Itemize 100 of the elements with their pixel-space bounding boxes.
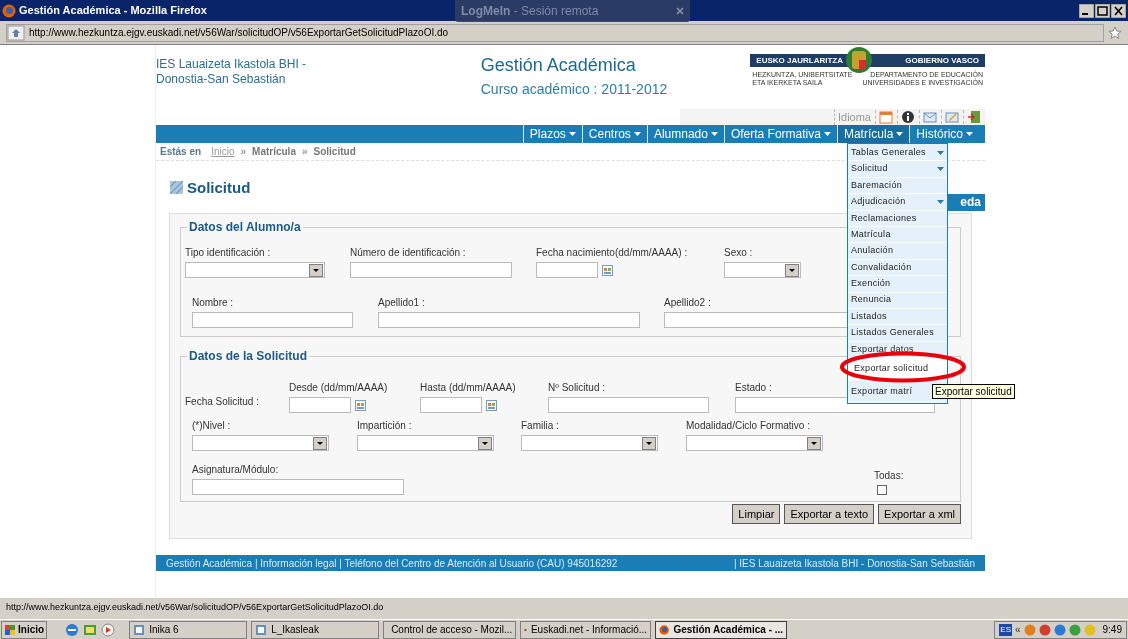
- media-player-icon[interactable]: [101, 622, 116, 637]
- tooltip: Exportar solicitud: [932, 384, 1015, 399]
- page-icon: [7, 24, 25, 41]
- breadcrumb-label: Estás en: [160, 145, 202, 159]
- field-label: Familia :: [521, 419, 559, 433]
- minimize-icon[interactable]: [1079, 3, 1094, 18]
- taskbar-button[interactable]: Gestión Académica - ...: [655, 620, 788, 639]
- info-icon[interactable]: [901, 110, 915, 124]
- logo-text: GOBIERNO VASCO: [905, 54, 979, 67]
- footer-links: Gestión Académica | Información legal | Teléfono del Centro de Atención al Usuario (CAU) 945016292: [166, 556, 618, 571]
- calendar-icon[interactable]: [879, 110, 893, 124]
- field-label: Desde (dd/mm/AAAA): [289, 381, 388, 395]
- school-name: IES Lauaizeta Ikastola BHI - Donostia-San Sebastián: [156, 56, 308, 88]
- dropdown-field[interactable]: [521, 435, 658, 451]
- menu-item[interactable]: Solicitud: [848, 161, 947, 178]
- app-title: Gestión Académica: [480, 54, 637, 76]
- course-year: Curso académico : 2011-2012: [480, 80, 669, 99]
- taskbar-button[interactable]: Euskadi.net - Informació...: [520, 620, 652, 639]
- text-field[interactable]: [548, 397, 709, 413]
- app-icon: [659, 623, 670, 636]
- menu-item[interactable]: Anulación: [848, 243, 947, 260]
- breadcrumb-item: Solicitud: [313, 145, 356, 159]
- date-field[interactable]: [420, 397, 482, 413]
- text-field[interactable]: [192, 312, 353, 328]
- maximize-icon[interactable]: [1095, 3, 1110, 18]
- nav-menu-item[interactable]: Oferta Formativa: [723, 125, 837, 143]
- heading-icon: [170, 180, 183, 194]
- tray-icon[interactable]: [1068, 623, 1081, 636]
- calendar-icon[interactable]: [355, 399, 366, 411]
- browser-logo-icon: [2, 3, 16, 18]
- field-label: Modalidad/Ciclo Formativo :: [686, 419, 810, 433]
- edit-icon[interactable]: [945, 110, 959, 124]
- taskbar-button[interactable]: Inika 6: [129, 620, 248, 639]
- caret-icon: [633, 132, 641, 136]
- menu-item[interactable]: Tablas Generales: [848, 145, 947, 162]
- expand-arrows[interactable]: «: [1014, 622, 1021, 637]
- caret-icon: [823, 132, 831, 136]
- field-label: Todas:: [874, 469, 904, 483]
- field-label: Sexo :: [724, 246, 753, 260]
- taskbar-button[interactable]: L_Ikasleak: [251, 620, 380, 639]
- status-text: http://www.hezkuntza.ejgv.euskadi.net/v56War/solicitudOP/v56ExportarGetSolicitudPlazoOI.do: [6, 600, 384, 614]
- exit-door-icon[interactable]: [967, 110, 981, 124]
- field-label: Fecha Solicitud :: [185, 395, 259, 409]
- field-label: Nº Solicitud :: [548, 381, 605, 395]
- field-label: Hasta (dd/mm/AAAA): [420, 381, 516, 395]
- address-field[interactable]: http://www.hezkuntza.ejgv.euskadi.net/v56War/solicitudOP/v56ExportarGetSolicitudPlazoOI.do: [6, 23, 1104, 42]
- tray-icon[interactable]: [1023, 623, 1036, 636]
- breadcrumb-separator: »: [301, 145, 308, 159]
- field-label: Apellido2 :: [664, 296, 711, 310]
- text-field[interactable]: [192, 479, 404, 495]
- footer-text: | IES Lauaizeta Ikastola BHI - Donostia-San Sebastián: [733, 556, 975, 571]
- text-field[interactable]: [350, 262, 512, 278]
- menu-item[interactable]: Exención: [848, 276, 947, 293]
- button[interactable]: Limpiar: [732, 504, 781, 524]
- close-icon[interactable]: [1111, 3, 1126, 18]
- url-text: http://www.hezkuntza.ejgv.euskadi.net/v56War/solicitudOP/v56ExportarGetSolicitudPlazoOI.do: [29, 26, 449, 40]
- tray-icon[interactable]: [1038, 623, 1051, 636]
- tray-icon[interactable]: [1053, 623, 1066, 636]
- star-icon[interactable]: [1108, 25, 1122, 40]
- taskbar-button[interactable]: Control de acceso - Mozil...: [383, 620, 517, 639]
- dropdown-field[interactable]: [686, 435, 823, 451]
- calendar-icon[interactable]: [486, 399, 497, 411]
- date-field[interactable]: [289, 397, 351, 413]
- nav-menu-item[interactable]: Centros: [581, 125, 647, 143]
- breadcrumb-separator: »: [240, 145, 247, 159]
- app-icon: [133, 623, 146, 636]
- field-label: Fecha nacimiento(dd/mm/AAAA) :: [536, 246, 688, 260]
- checkbox[interactable]: [877, 485, 887, 495]
- menu-item[interactable]: Listados Generales: [848, 325, 947, 342]
- section-title: Datos del Alumno/a: [188, 219, 302, 236]
- dropdown-field[interactable]: [357, 435, 494, 451]
- caret-icon: [966, 132, 973, 136]
- nav-menu-item[interactable]: Matrícula: [836, 125, 910, 143]
- date-field[interactable]: [536, 262, 598, 278]
- field-label: (*)Nivel :: [192, 419, 231, 433]
- language-indicator[interactable]: ES: [999, 623, 1012, 636]
- clock: 9:49: [1102, 623, 1122, 637]
- menu-item[interactable]: Adjudicación: [848, 194, 947, 211]
- nav-menu-item[interactable]: Alumnado: [646, 125, 724, 143]
- button[interactable]: Exportar a xml: [878, 504, 961, 524]
- field-label: Asignatura/Módulo:: [192, 463, 279, 477]
- dropdown-field[interactable]: [724, 262, 801, 278]
- logo-text: EUSKO JAURLARITZA: [756, 54, 843, 67]
- dropdown-field[interactable]: [185, 262, 325, 278]
- page-title: Solicitud: [187, 177, 251, 198]
- mail-icon[interactable]: [923, 110, 937, 124]
- button[interactable]: Exportar a texto: [784, 504, 875, 524]
- field-label: Nombre :: [192, 296, 234, 310]
- start-button[interactable]: Inicio: [1, 620, 48, 639]
- field-label: Número de identificación :: [350, 246, 466, 260]
- calendar-icon[interactable]: [602, 264, 613, 276]
- section-title: Datos de la Solicitud: [188, 348, 309, 365]
- field-label: Apellido1 :: [378, 296, 425, 310]
- nav-menu-item[interactable]: Plazos: [522, 125, 582, 143]
- text-field[interactable]: [378, 312, 640, 328]
- dropdown-field[interactable]: [192, 435, 329, 451]
- caret-icon: [568, 132, 576, 136]
- desktop-icon[interactable]: [83, 622, 98, 637]
- app-icon: [255, 623, 268, 636]
- browser-icon[interactable]: [65, 622, 80, 637]
